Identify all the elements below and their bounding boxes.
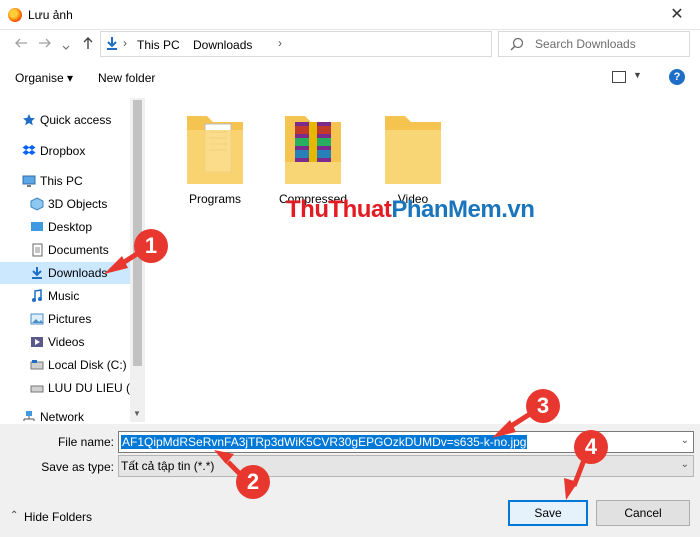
sidebar-item-label: Desktop xyxy=(48,220,93,234)
sidebar-item-this-pc[interactable]: This PC xyxy=(0,170,130,192)
watermark-text: Mem xyxy=(448,196,502,223)
chevron-up-icon: ⌃ xyxy=(10,510,19,521)
sidebar-item-label: Quick access xyxy=(40,113,112,127)
sidebar-item-desktop[interactable]: Desktop xyxy=(0,216,130,238)
scroll-down-arrow[interactable]: ▼ xyxy=(133,409,141,418)
watermark-logo: ThuThuatPhanMem.vn xyxy=(286,196,535,224)
download-icon xyxy=(32,267,42,279)
address-bar[interactable]: › This PC › Downloads xyxy=(100,31,492,57)
file-list: Programs Compressed Video ThuThuatPhanMe… xyxy=(150,98,700,422)
annotation-marker: 4 xyxy=(574,430,608,464)
sidebar-item-downloads[interactable]: Downloads xyxy=(0,262,130,284)
chevron-down-icon xyxy=(62,45,70,50)
folder-name: Programs xyxy=(188,192,241,206)
save-as-type-select[interactable]: Tất cả tập tin (*.*) ⌄ xyxy=(118,455,694,477)
chevron-down-icon[interactable]: ⌄ xyxy=(681,459,689,470)
winrar-icon xyxy=(285,116,341,184)
sidebar-item-label: This PC xyxy=(40,174,83,188)
sidebar-item-videos[interactable]: Videos xyxy=(0,331,130,353)
video-icon xyxy=(31,337,43,347)
up-button[interactable] xyxy=(82,36,94,53)
sidebar-item-label: Music xyxy=(48,289,80,303)
navigation-pane: Quick access Dropbox This PC 3D Objects … xyxy=(0,98,145,422)
sidebar-item-label: Local Disk (C:) xyxy=(48,358,127,372)
save-button[interactable]: Save xyxy=(508,500,588,526)
back-button[interactable] xyxy=(14,36,28,53)
toolbar: Organise ▾ New folder ▼ ? xyxy=(0,64,700,92)
help-button[interactable]: ? xyxy=(669,69,685,85)
sidebar-item-drive-d[interactable]: LUU DU LIEU (D: xyxy=(0,377,142,399)
new-folder-button[interactable]: New folder xyxy=(98,71,155,85)
title-bar: Lưu ảnh ✕ xyxy=(0,0,700,30)
file-name-label: File name: xyxy=(57,435,114,449)
network-icon xyxy=(23,411,35,421)
annotation-marker: 2 xyxy=(236,465,270,499)
watermark-text: Phan xyxy=(391,196,448,223)
watermark-text: Thuat xyxy=(328,196,392,223)
sidebar-item-3d-objects[interactable]: 3D Objects xyxy=(0,193,130,215)
star-icon xyxy=(23,114,35,126)
arrow-left-icon xyxy=(15,38,27,48)
sidebar-item-documents[interactable]: Documents xyxy=(0,239,130,261)
disk-icon xyxy=(30,360,44,370)
organise-menu[interactable]: Organise ▾ xyxy=(15,71,73,85)
watermark-text: .vn xyxy=(501,196,535,223)
dropbox-icon xyxy=(22,145,36,155)
sidebar-item-label: Downloads xyxy=(48,266,108,280)
drive-icon xyxy=(30,385,44,393)
sidebar-item-label: Pictures xyxy=(48,312,92,326)
close-button[interactable]: ✕ xyxy=(654,0,700,30)
sidebar-item-label: Videos xyxy=(48,335,85,349)
breadcrumb-separator: › xyxy=(123,36,127,50)
sidebar-item-label: LUU DU LIEU (D: xyxy=(48,381,143,395)
folder-icon xyxy=(187,116,243,184)
cube-icon xyxy=(30,197,44,211)
sidebar-item-label: Network xyxy=(40,410,85,422)
file-name-value[interactable]: AF1QipMdRSeRvnFA3jTRp3dWiK5CVR30gEPGOzkD… xyxy=(121,435,528,449)
sidebar-item-label: Documents xyxy=(48,243,109,257)
sidebar-item-dropbox[interactable]: Dropbox xyxy=(0,140,130,162)
folder-item-programs[interactable]: Programs xyxy=(170,108,260,218)
search-icon xyxy=(510,37,524,51)
sidebar-item-music[interactable]: Music xyxy=(0,285,130,307)
chevron-down-icon[interactable]: ⌄ xyxy=(681,435,689,446)
annotation-marker: 1 xyxy=(134,229,168,263)
forward-button[interactable] xyxy=(38,36,52,53)
folder-icon xyxy=(385,116,441,184)
watermark-text: Thu xyxy=(286,196,329,223)
breadcrumb-downloads[interactable]: Downloads xyxy=(193,38,252,52)
view-dropdown-caret[interactable]: ▼ xyxy=(633,70,642,80)
document-icon xyxy=(32,243,43,257)
save-as-type-value: Tất cả tập tin (*.*) xyxy=(121,459,215,473)
search-input[interactable] xyxy=(535,36,685,52)
music-icon xyxy=(32,289,42,302)
picture-icon xyxy=(30,313,44,325)
sidebar-item-local-disk-c[interactable]: Local Disk (C:) xyxy=(0,354,130,376)
breadcrumb-separator: › xyxy=(278,36,282,50)
annotation-marker: 3 xyxy=(526,389,560,423)
recent-locations-button[interactable] xyxy=(62,39,70,54)
cancel-button[interactable]: Cancel xyxy=(596,500,690,526)
view-options-icon[interactable] xyxy=(612,71,626,83)
save-as-type-label: Save as type: xyxy=(41,460,114,474)
sidebar-item-label: Dropbox xyxy=(40,144,86,158)
breadcrumb-this-pc[interactable]: This PC xyxy=(137,38,180,52)
window-title: Lưu ảnh xyxy=(28,8,73,22)
desktop-icon xyxy=(31,222,43,231)
navigation-bar: › This PC › Downloads xyxy=(0,30,700,58)
arrow-up-icon xyxy=(83,37,93,49)
arrow-right-icon xyxy=(39,38,51,48)
hide-folders-label: Hide Folders xyxy=(24,510,93,524)
search-box[interactable] xyxy=(498,31,690,57)
download-arrow-icon xyxy=(107,37,117,50)
sidebar-item-pictures[interactable]: Pictures xyxy=(0,308,130,330)
computer-icon xyxy=(22,175,36,187)
sidebar-item-label: 3D Objects xyxy=(48,197,108,211)
sidebar-item-network[interactable]: Network xyxy=(0,406,130,422)
sidebar-item-quick-access[interactable]: Quick access xyxy=(0,109,130,131)
firefox-icon xyxy=(8,8,22,22)
